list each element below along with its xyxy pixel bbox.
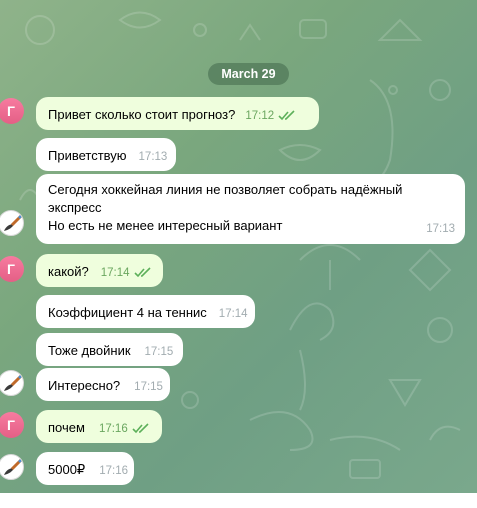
date-separator: March 29 — [208, 63, 289, 85]
message-time: 17:13 — [426, 223, 455, 235]
message-text: Тоже двойник — [48, 343, 131, 358]
message-time: 17:15 — [134, 381, 163, 393]
message-text: Привет сколько стоит прогноз? — [48, 107, 236, 122]
double-check-icon — [133, 267, 151, 278]
message-text: какой? — [48, 264, 89, 279]
message-bubble[interactable]: 5000₽ 17:16 — [36, 452, 134, 485]
user-avatar[interactable]: Г — [0, 98, 24, 124]
message-line: Сегодня хоккейная линия не позволяет соб… — [48, 182, 403, 197]
message-time: 17:12 — [245, 110, 275, 122]
message-bubble[interactable]: Коэффициент 4 на теннис 17:14 — [36, 295, 255, 328]
message-time: 17:14 — [100, 267, 130, 279]
message-bubble[interactable]: почем 17:16 — [36, 410, 162, 443]
message-time: 17:13 — [138, 151, 168, 163]
message-line: Но есть не менее интересный вариант — [48, 218, 283, 233]
message-text: почем — [48, 420, 85, 435]
message-time: 17:16 — [99, 465, 128, 477]
contact-avatar[interactable] — [0, 210, 24, 236]
message-bubble[interactable]: какой? 17:14 — [36, 254, 163, 287]
message-text: Интересно? — [48, 378, 121, 393]
contact-avatar[interactable] — [0, 454, 24, 480]
brush-icon — [4, 214, 23, 231]
message-bubble[interactable]: Привет сколько стоит прогноз? 17:12 — [36, 97, 319, 130]
message-time: 17:15 — [144, 346, 174, 358]
message-input-area[interactable] — [0, 493, 477, 508]
message-time: 17:14 — [218, 308, 248, 320]
message-text: Коэффициент 4 на теннис — [48, 305, 207, 320]
user-avatar[interactable]: Г — [0, 256, 24, 282]
message-time: 17:16 — [98, 423, 128, 435]
chat-area[interactable]: March 29 Г Привет сколько стоит прогноз?… — [0, 0, 477, 493]
message-line: экспресс — [48, 200, 102, 215]
double-check-icon — [278, 110, 295, 121]
message-bubble[interactable]: Тоже двойник 17:15 — [36, 333, 183, 366]
message-bubble[interactable]: Приветствую 17:13 — [36, 138, 176, 171]
message-bubble[interactable]: Интересно? 17:15 — [36, 368, 170, 401]
contact-avatar[interactable] — [0, 370, 24, 396]
message-text: 5000₽ — [48, 462, 86, 477]
message-bubble[interactable]: Сегодня хоккейная линия не позволяет соб… — [36, 174, 465, 244]
brush-icon — [4, 458, 23, 475]
brush-icon — [4, 374, 23, 391]
user-avatar[interactable]: Г — [0, 412, 24, 438]
double-check-icon — [132, 423, 149, 434]
message-text: Приветствую — [48, 148, 127, 163]
